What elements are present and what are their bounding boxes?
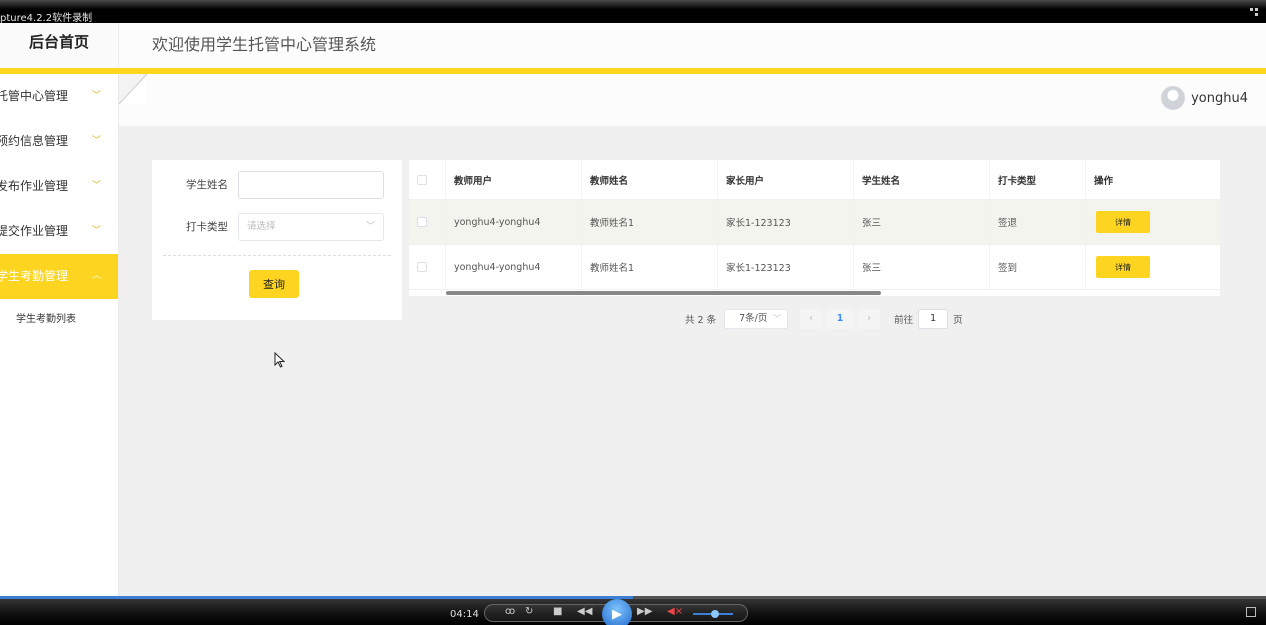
sidebar-item-label: 发布作业管理 bbox=[0, 179, 69, 193]
sidebar-item-submit-homework[interactable]: 提交作业管理 ﹀ bbox=[0, 209, 118, 254]
goto-page-input[interactable]: 1 bbox=[918, 309, 949, 329]
horizontal-scrollbar[interactable] bbox=[446, 291, 881, 295]
student-name-row: 学生姓名 bbox=[152, 171, 402, 199]
playback-progress[interactable] bbox=[0, 596, 1266, 599]
volume-slider[interactable] bbox=[693, 610, 733, 618]
collapse-toggle-icon[interactable] bbox=[119, 74, 147, 108]
chevron-down-icon: ﹀ bbox=[365, 222, 375, 232]
home-logo[interactable]: 后台首页 bbox=[0, 23, 119, 68]
teacher-name-cell: 教师姓名1 bbox=[581, 200, 717, 244]
sidebar-item-label: 学生考勤管理 bbox=[0, 269, 69, 283]
teacher-user-cell: yonghu4-yonghu4 bbox=[445, 245, 581, 289]
row-checkbox-cell bbox=[409, 200, 445, 244]
next-page-icon[interactable]: › bbox=[858, 309, 881, 329]
detail-button[interactable]: 详情 bbox=[1096, 256, 1150, 278]
select-all-checkbox[interactable] bbox=[417, 174, 427, 185]
chevron-down-icon: ﹀ bbox=[773, 314, 782, 323]
table-row[interactable]: yonghu4-yonghu4 教师姓名1 家长1-123123 张三 签退 详… bbox=[409, 200, 1220, 245]
student-name-input[interactable] bbox=[238, 171, 384, 199]
search-panel: 学生姓名 打卡类型 请选择 ﹀ 查询 bbox=[152, 160, 402, 320]
table-header: 教师用户 教师姓名 家长用户 学生姓名 打卡类型 操作 bbox=[409, 160, 1220, 200]
pagination: 共 2 条 7条/页 ﹀ ‹ 1 › 前往 1 页 bbox=[685, 309, 963, 329]
column-header[interactable]: 打卡类型 bbox=[989, 160, 1085, 199]
punch-type-placeholder: 请选择 bbox=[247, 221, 276, 232]
user-menu[interactable]: yonghu4 bbox=[1161, 86, 1248, 110]
student-name-cell: 张三 bbox=[853, 200, 989, 244]
detail-button[interactable]: 详情 bbox=[1096, 211, 1150, 233]
teacher-name-cell: 教师姓名1 bbox=[581, 245, 717, 289]
parent-user-cell: 家长1-123123 bbox=[717, 245, 853, 289]
prev-page-icon[interactable]: ‹ bbox=[800, 309, 823, 329]
mute-icon[interactable]: ◀× bbox=[667, 606, 683, 617]
action-cell: 详情 bbox=[1085, 200, 1220, 244]
table-row[interactable]: yonghu4-yonghu4 教师姓名1 家长1-123123 张三 签到 详… bbox=[409, 245, 1220, 290]
sidebar-item-appointment[interactable]: 预约信息管理 ﹀ bbox=[0, 119, 118, 164]
play-icon[interactable]: ▶ bbox=[602, 599, 632, 625]
app-header: 后台首页 欢迎使用学生托管中心管理系统 bbox=[0, 23, 1266, 68]
volume-knob[interactable] bbox=[711, 610, 719, 618]
playback-progress-fill bbox=[0, 596, 633, 599]
content-top-bar: yonghu4 bbox=[119, 74, 1266, 126]
column-header[interactable]: 学生姓名 bbox=[853, 160, 989, 199]
punch-type-select[interactable]: 请选择 ﹀ bbox=[238, 213, 384, 241]
total-count: 共 2 条 bbox=[685, 315, 717, 326]
grip-icon[interactable] bbox=[1250, 8, 1260, 16]
username: yonghu4 bbox=[1191, 90, 1248, 106]
loop-icon[interactable]: ꝏ bbox=[505, 606, 515, 617]
sidebar-item-publish-homework[interactable]: 发布作业管理 ﹀ bbox=[0, 164, 118, 209]
action-cell: 详情 bbox=[1085, 245, 1220, 289]
chevron-down-icon: ﹀ bbox=[92, 91, 102, 101]
column-header[interactable]: 家长用户 bbox=[717, 160, 853, 199]
page-size-select[interactable]: 7条/页 ﹀ bbox=[724, 309, 789, 329]
divider bbox=[163, 255, 391, 256]
chevron-down-icon: ﹀ bbox=[92, 136, 102, 146]
fast-forward-icon[interactable]: ▶▶ bbox=[637, 606, 652, 617]
punch-type-label: 打卡类型 bbox=[186, 221, 228, 233]
playback-time: 04:14 bbox=[450, 609, 479, 620]
row-checkbox[interactable] bbox=[417, 262, 427, 272]
rewind-icon[interactable]: ◀◀ bbox=[577, 606, 592, 617]
recorder-title: pture4.2.2软件录制 bbox=[0, 13, 93, 24]
column-header[interactable]: 教师姓名 bbox=[581, 160, 717, 199]
system-title: 欢迎使用学生托管中心管理系统 bbox=[152, 35, 377, 54]
sidebar-item-label: 预约信息管理 bbox=[0, 134, 69, 148]
attendance-table: 教师用户 教师姓名 家长用户 学生姓名 打卡类型 操作 yonghu4-yong… bbox=[409, 160, 1220, 296]
row-checkbox[interactable] bbox=[417, 217, 427, 227]
sidebar-item-center[interactable]: 托管中心管理 ﹀ bbox=[0, 74, 118, 119]
expand-icon[interactable] bbox=[1246, 607, 1256, 617]
chevron-up-icon: ︿ bbox=[92, 271, 102, 281]
recorder-title-bar: pture4.2.2软件录制 bbox=[0, 0, 1266, 24]
mouse-cursor-icon bbox=[274, 352, 286, 368]
goto-label: 前往 bbox=[894, 315, 914, 326]
student-name-cell: 张三 bbox=[853, 245, 989, 289]
stop-icon[interactable]: ■ bbox=[553, 606, 562, 617]
sidebar: 托管中心管理 ﹀ 预约信息管理 ﹀ 发布作业管理 ﹀ 提交作业管理 ﹀ 学生考勤… bbox=[0, 74, 119, 596]
refresh-icon[interactable]: ↻ bbox=[525, 606, 533, 617]
query-button[interactable]: 查询 bbox=[249, 270, 299, 298]
video-player-bar: 04:14 ꝏ ↻ ■ ◀◀ ▶ ▶▶ ◀× bbox=[0, 596, 1266, 625]
punch-type-row: 打卡类型 请选择 ﹀ bbox=[152, 213, 402, 241]
chevron-down-icon: ﹀ bbox=[92, 181, 102, 191]
sidebar-item-label: 提交作业管理 bbox=[0, 224, 69, 238]
row-checkbox-cell bbox=[409, 245, 445, 289]
parent-user-cell: 家长1-123123 bbox=[717, 200, 853, 244]
player-controls: ꝏ ↻ ■ ◀◀ ▶ ▶▶ ◀× bbox=[484, 599, 748, 625]
sidebar-item-label: 托管中心管理 bbox=[0, 89, 69, 103]
column-header[interactable]: 教师用户 bbox=[445, 160, 581, 199]
sidebar-item-attendance[interactable]: 学生考勤管理 ︿ bbox=[0, 254, 118, 299]
sidebar-subitem-attendance-list[interactable]: 学生考勤列表 bbox=[0, 299, 118, 335]
avatar bbox=[1161, 86, 1186, 110]
page-size-value: 7条/页 bbox=[739, 313, 768, 324]
column-header: 操作 bbox=[1085, 160, 1220, 199]
main-content: yonghu4 学生姓名 打卡类型 请选择 ﹀ 查询 教师用户 教师姓名 家长用… bbox=[119, 74, 1266, 596]
page-unit: 页 bbox=[953, 315, 963, 326]
student-name-label: 学生姓名 bbox=[186, 179, 228, 191]
punch-type-cell: 签退 bbox=[989, 200, 1085, 244]
header-checkbox-cell bbox=[409, 160, 445, 199]
teacher-user-cell: yonghu4-yonghu4 bbox=[445, 200, 581, 244]
page-number[interactable]: 1 bbox=[826, 309, 855, 329]
chevron-down-icon: ﹀ bbox=[92, 226, 102, 236]
punch-type-cell: 签到 bbox=[989, 245, 1085, 289]
